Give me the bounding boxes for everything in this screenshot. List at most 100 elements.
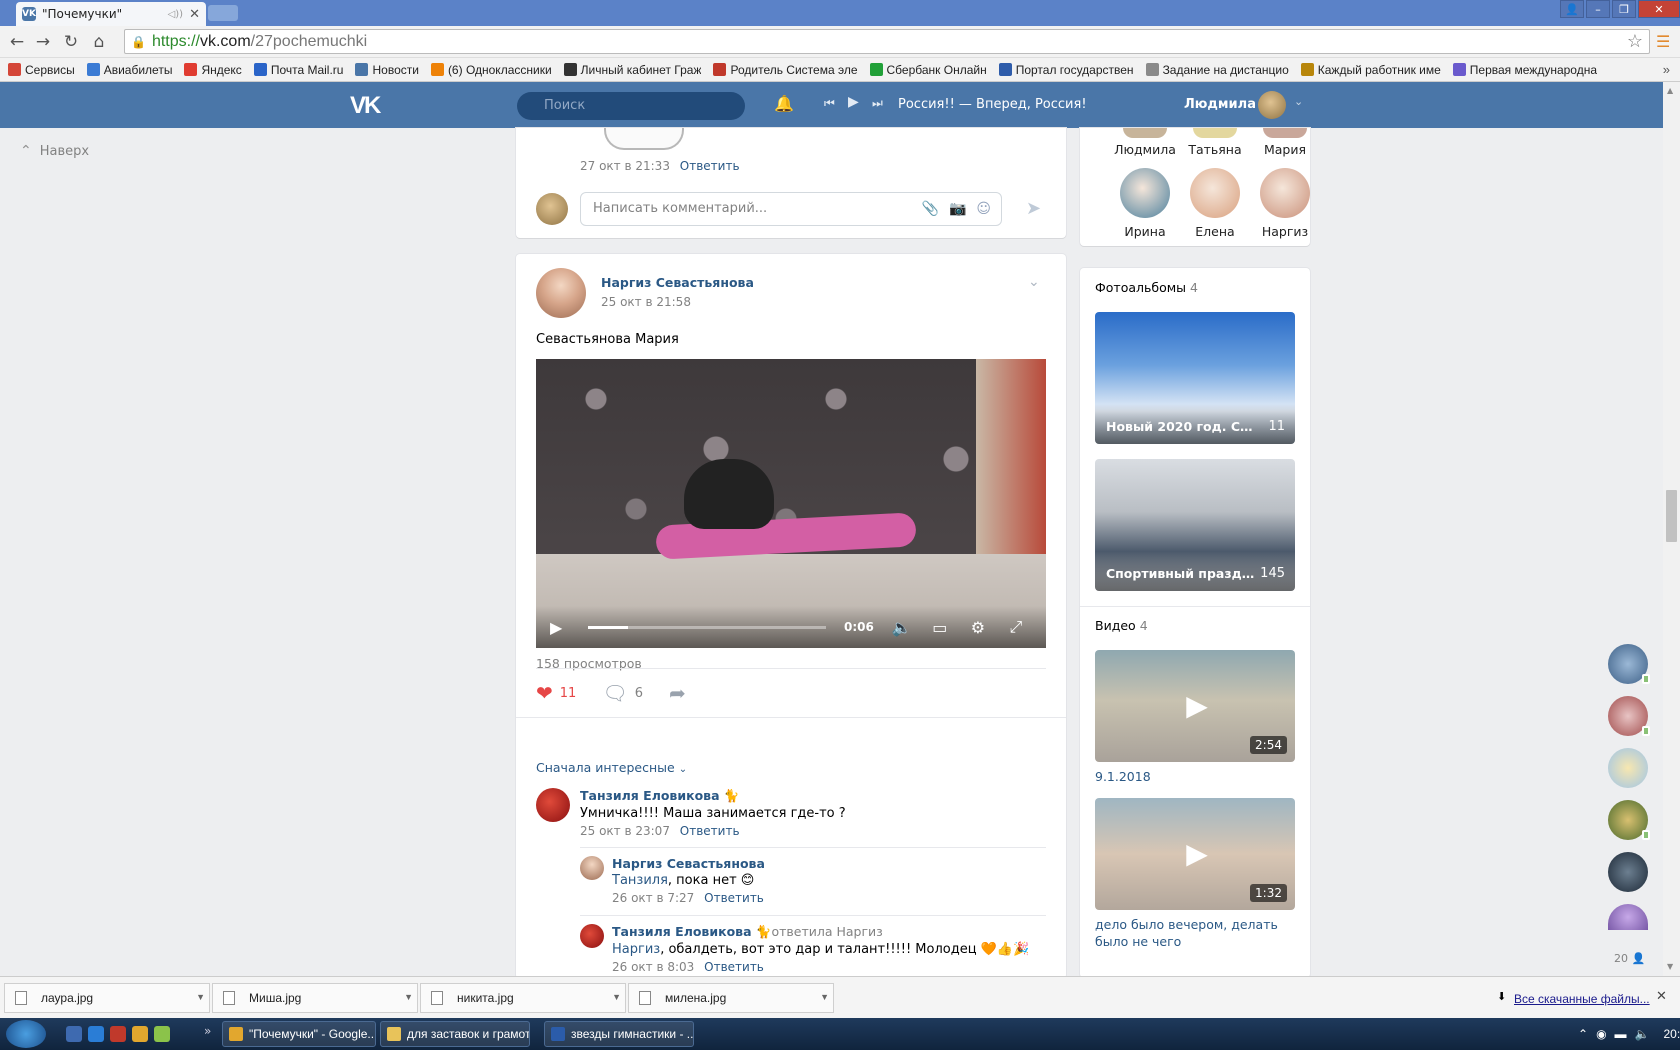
download-item[interactable]: милена.jpg ▼ [628,983,834,1013]
comment-author[interactable]: Наргиз Севастьянова [612,856,765,871]
send-icon[interactable]: ➤ [1026,198,1041,219]
gear-icon[interactable]: ⚙ [968,618,988,637]
play-icon[interactable]: ▶ [550,618,572,637]
avatar[interactable] [1608,644,1650,684]
scroll-down-icon[interactable]: ▼ [1667,962,1673,971]
bookmark-star-icon[interactable]: ☆ [1627,31,1643,52]
chevron-right-icon[interactable]: » [1663,62,1670,77]
avatar[interactable] [1608,800,1650,840]
current-track-title[interactable]: Россия!! — Вперед, Россия! [898,97,1087,112]
search-input[interactable]: Поиск [517,92,745,120]
video-caption[interactable]: 9.1.2018 [1095,768,1300,785]
chat-count[interactable]: 20 👤 [1614,952,1645,965]
user-profile-icon[interactable]: 👤 [1560,0,1584,18]
friend-name[interactable]: Татьяна [1180,142,1250,157]
page-scrollbar[interactable]: ▲ ▼ [1663,82,1680,976]
bookmark-item[interactable]: Новости [355,63,419,77]
browser-menu-icon[interactable]: ☰ [1656,33,1672,51]
chevron-right-icon[interactable]: » [204,1024,211,1038]
address-bar[interactable]: 🔒 https:// vk.com /27pochemuchki ☆ [124,29,1650,54]
new-tab-button[interactable] [208,5,238,21]
reply-link[interactable]: Ответить [704,891,764,905]
video-thumbnail[interactable]: ▶ 1:32 [1095,798,1295,910]
play-icon[interactable]: ▶ [848,94,859,110]
avatar[interactable] [1608,748,1648,788]
download-item[interactable]: Миша.jpg ▼ [212,983,418,1013]
minimize-button[interactable]: – [1586,0,1610,18]
user-name[interactable]: Людмила [1184,97,1256,112]
ie-icon[interactable] [88,1026,104,1042]
back-to-top-link[interactable]: ⌃ Наверх [20,143,89,159]
comment-author[interactable]: Танзиля Еловикова 🐈 [580,788,846,804]
mention-link[interactable]: Танзиля [612,873,668,888]
previous-track-icon[interactable]: ⏮ [824,96,835,111]
avatar[interactable] [1608,904,1648,930]
album-thumbnail[interactable]: Спортивный праздник... 145 [1095,459,1295,591]
video-thumbnail[interactable]: ▶ 2:54 [1095,650,1295,762]
avatar[interactable] [580,924,604,948]
volume-icon[interactable]: 🔈 [1635,1027,1650,1041]
volume-icon[interactable]: 🔈 [892,618,912,637]
camera-icon[interactable]: 📷 [949,193,966,225]
comment-button[interactable]: 🗨 6 [602,681,643,705]
bookmark-item[interactable]: Почта Mail.ru [253,63,343,77]
tray-expand-icon[interactable]: ⌃ [1578,1027,1588,1041]
mention-link[interactable]: Наргиз [612,942,660,957]
bookmark-item[interactable]: Авиабилеты [86,63,172,77]
reload-icon[interactable]: ↻ [60,32,82,52]
next-track-icon[interactable]: ⏭ [872,96,883,111]
chrome-icon[interactable] [132,1026,148,1042]
chevron-down-icon[interactable]: ▼ [404,992,413,1002]
comment-input[interactable]: Написать комментарий... 📎 📷 ☺ [580,192,1002,226]
avatar[interactable] [1263,128,1307,138]
media-icon[interactable] [110,1026,126,1042]
friend-name[interactable]: Мария [1250,142,1320,157]
bell-icon[interactable]: 🔔 [774,94,794,113]
taskbar-item[interactable]: для заставок и грамот [380,1021,530,1047]
reply-link[interactable]: Ответить [680,824,740,838]
language-flag-icon[interactable]: ▬ [1615,1027,1627,1041]
avatar[interactable] [1260,168,1310,218]
forward-arrow-icon[interactable]: → [32,32,54,52]
taskbar-item[interactable]: "Почемучки" - Google... [222,1021,376,1047]
reply-link[interactable]: Ответить [680,159,740,173]
avatar[interactable] [536,788,570,822]
miniplayer-icon[interactable]: ▭ [930,618,950,637]
album-thumbnail[interactable]: Новый 2020 год. Старш... 11 [1095,312,1295,444]
close-window-button[interactable]: ✕ [1638,0,1680,18]
bookmark-item[interactable]: Портал государствен [998,63,1134,77]
post-date[interactable]: 25 окт в 21:58 [601,295,691,309]
friend-name[interactable]: Людмила [1110,142,1180,157]
friend-name[interactable]: Ирина [1110,224,1180,239]
paperclip-icon[interactable]: 📎 [922,193,939,225]
quick-launch-icon[interactable] [66,1026,82,1042]
close-icon[interactable]: ✕ [1656,989,1667,1004]
share-button[interactable]: ➦ [669,681,693,705]
comment-author[interactable]: Танзиля Еловикова 🐈ответила Наргиз [612,924,1029,940]
smiley-icon[interactable]: ☺ [976,193,991,225]
chevron-down-icon[interactable]: ⌄ [1294,95,1303,108]
bookmark-item[interactable]: Яндекс [184,63,242,77]
app-icon[interactable] [154,1026,170,1042]
avatar[interactable] [536,268,586,318]
clock[interactable]: 20:58 [1664,1027,1680,1041]
bookmark-item[interactable]: Первая международна [1452,63,1597,77]
video-caption[interactable]: дело было вечером, делать было не чего [1095,916,1300,950]
vk-logo[interactable]: VK [350,92,381,120]
tray-app-icon[interactable]: ◉ [1596,1027,1606,1041]
avatar[interactable] [1190,168,1240,218]
download-item[interactable]: никита.jpg ▼ [420,983,626,1013]
sort-dropdown[interactable]: Сначала интересные ⌄ [536,760,687,775]
friend-name[interactable]: Елена [1180,224,1250,239]
reply-link[interactable]: Ответить [704,960,764,974]
like-button[interactable]: ❤ 11 [536,681,576,705]
bookmark-item[interactable]: (6) Одноклассники [430,63,552,77]
avatar[interactable] [1193,128,1237,138]
start-button[interactable] [6,1020,46,1048]
avatar[interactable] [1123,128,1167,138]
bookmark-item[interactable]: Личный кабинет Граж [563,63,701,77]
bookmark-item[interactable]: Каждый работник име [1300,63,1441,77]
scroll-thumb[interactable] [1666,490,1677,542]
video-player[interactable]: ▶ 0:06 🔈 ▭ ⚙ ⤢ [536,359,1046,648]
download-item[interactable]: лаура.jpg ▼ [4,983,210,1013]
